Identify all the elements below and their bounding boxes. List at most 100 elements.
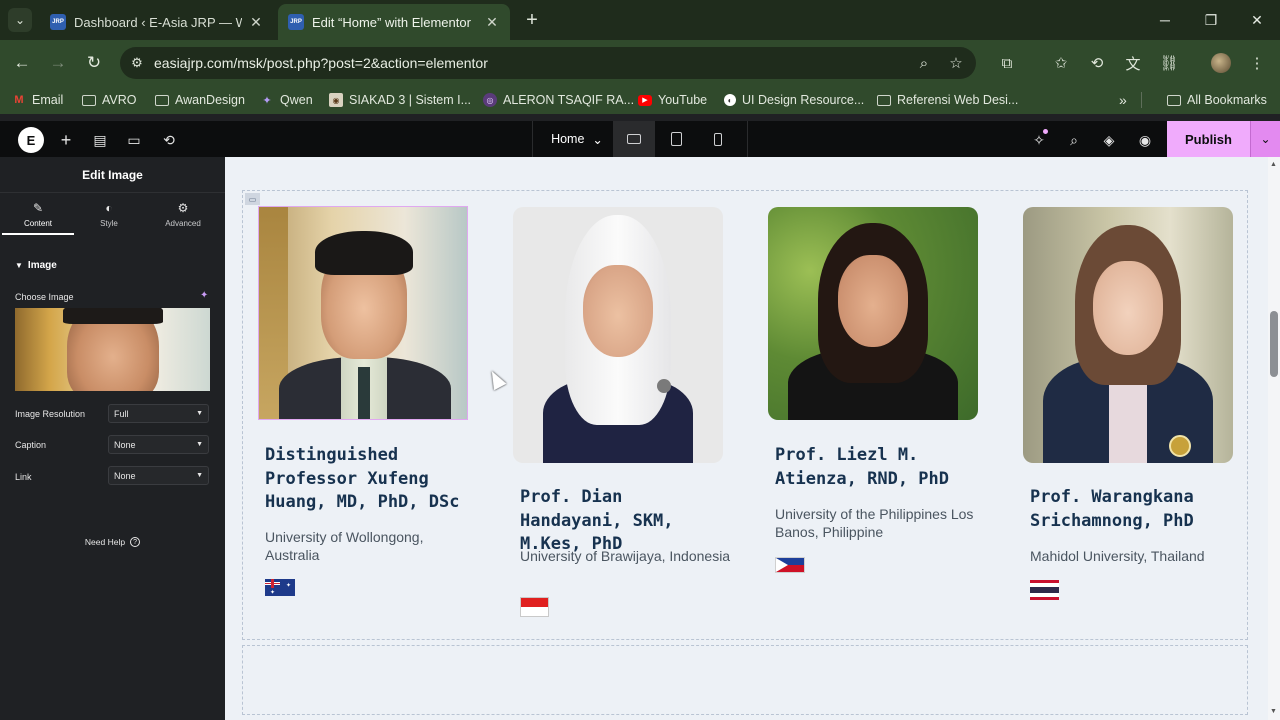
publish-options-chevron-icon[interactable]: ⌄ [1250,121,1280,157]
person-name: Prof. Warangkana Srichamnong, PhD [1030,487,1194,531]
caret-down-icon: ▼ [196,410,203,417]
photo-badge [1169,435,1191,457]
new-tab-button[interactable]: + [520,8,544,32]
person-name: Distinguished Professor Xufeng Huang, MD… [265,445,460,512]
publish-button[interactable]: Publish [1167,121,1250,157]
image-section-header[interactable]: ▼ Image [15,260,57,271]
select-value: Full [114,408,129,419]
bookmark-star-icon[interactable]: ☆ [942,47,970,79]
browser-tab-elementor[interactable]: JRP Edit “Home” with Elementor ✕ [278,4,510,40]
bookmark-ui-design[interactable]: ◐ UI Design Resource... [724,86,864,114]
bookmark-qwen[interactable]: ✦ Qwen [260,86,312,114]
need-help-label: Need Help [84,537,126,547]
tab-advanced[interactable]: ⚙ Advanced [147,201,219,235]
mobile-view-icon[interactable] [697,121,739,157]
tablet-view-icon[interactable] [655,121,697,157]
tab-label: Style [100,219,118,228]
tab-label: Advanced [165,219,201,228]
extensions-icon[interactable]: ⧉ [994,51,1020,75]
flag-star: ✦ [270,590,276,596]
caption-select[interactable]: None ▼ [108,435,209,454]
restore-icon[interactable]: ❐ [1188,0,1234,40]
window-close-icon[interactable]: ✕ [1234,0,1280,40]
philippines-flag-icon [775,557,805,573]
image-preview[interactable] [15,308,210,391]
bookmark-aleron[interactable]: ◎ ALERON TSAQIF RA... [483,86,634,114]
address-bar[interactable]: ⚙ easiajrp.com/msk/post.php?post=2&actio… [120,47,976,79]
tab-label: Content [23,219,53,228]
bookmark-avro[interactable]: AVRO [82,86,137,114]
forward-icon[interactable]: → [46,51,70,75]
minimize-icon[interactable]: ─ [1142,0,1188,40]
add-element-icon[interactable]: + [52,126,80,154]
bookmark-awandesign[interactable]: AwanDesign [155,86,245,114]
translate-icon[interactable]: 文 [1120,51,1146,75]
notes-icon[interactable]: ▭ [120,126,148,154]
photo-face [1093,261,1163,355]
indonesia-flag-icon [520,597,549,617]
search-icon[interactable]: ⌕ [1060,126,1088,154]
bookmark-referensi[interactable]: Referensi Web Desi... [877,86,1018,114]
qwen-icon: ✦ [262,94,272,107]
desktop-view-icon[interactable] [613,121,655,157]
image-resolution-select[interactable]: Full ▼ [108,404,209,423]
back-icon[interactable]: ← [10,51,34,75]
person-university: University of Wollongong, Australia [265,529,424,563]
edit-container-handle-icon[interactable]: ▭ [245,193,260,205]
close-icon[interactable]: ✕ [248,14,264,31]
scroll-up-icon[interactable]: ▲ [1270,161,1277,168]
notifications-rocket-icon[interactable]: ✧ [1025,126,1053,154]
link-select[interactable]: None ▼ [108,466,209,485]
bar-divider [747,121,748,157]
browser-tab-dashboard[interactable]: JRP Dashboard ‹ E-Asia JRP — Wor ✕ [40,4,274,40]
person-photo-handayani[interactable] [513,207,723,463]
photo-hair [315,231,413,275]
page-selector[interactable]: Home ⌄ [532,121,622,157]
person-photo-srichamnong[interactable] [1023,207,1233,463]
page-settings-icon[interactable]: ▤ [86,126,114,154]
close-icon[interactable]: ✕ [484,14,500,31]
history-icon[interactable]: ⟲ [155,126,183,154]
bookmark-youtube[interactable]: ▶ YouTube [638,86,707,114]
tab-search-chevron-icon[interactable]: ⌄ [8,8,32,32]
tab-style[interactable]: ◐ Style [73,201,145,235]
profile-avatar[interactable] [1211,53,1231,73]
section-title: Image [27,260,57,271]
tab-content[interactable]: ✎ Content [2,201,74,235]
link-icon[interactable]: ⛓ [1156,51,1182,75]
bookmark-siakad[interactable]: ◉ SIAKAD 3 | Sistem I... [329,86,471,114]
person-name: Prof. Dian Handayani, SKM, M.Kes, PhD [520,487,674,554]
site-settings-icon[interactable]: ⚙ [120,55,154,71]
folder-icon [877,94,891,106]
elementor-logo-icon[interactable]: E [18,127,44,153]
history-icon[interactable]: ⟲ [1084,51,1110,75]
photo-tie [358,367,370,419]
favorites-icon[interactable]: ✩ [1048,51,1074,75]
australia-flag-icon: ✦ ✦ [265,579,295,596]
gear-icon: ⚙ [177,201,189,215]
person-university: Mahidol University, Thailand [1030,548,1205,564]
scrollbar-thumb[interactable] [1270,311,1278,377]
menu-kebab-icon[interactable]: ⋮ [1244,51,1270,75]
help-icon: ? [130,537,141,547]
scroll-down-icon[interactable]: ▼ [1270,708,1277,715]
person-photo-huang[interactable] [258,206,468,420]
bookmark-email[interactable]: M Email [12,86,63,114]
structure-layers-icon[interactable]: ◈ [1095,126,1123,154]
person-photo-atienza[interactable] [768,207,978,420]
reload-icon[interactable]: ↻ [82,51,106,75]
ai-sparkle-icon[interactable]: ✦ [200,290,208,301]
aleron-icon: ◎ [483,93,497,107]
all-bookmarks[interactable]: All Bookmarks [1167,86,1267,114]
need-help-link[interactable]: Need Help ? [0,537,225,547]
canvas-scrollbar[interactable] [1268,157,1280,720]
flag-star: ✦ [286,583,292,589]
preview-eye-icon[interactable]: ◉ [1131,126,1159,154]
more-bookmarks-chevron-icon[interactable]: » [1119,86,1127,114]
person-university: University of the Philippines Los Banos,… [775,506,974,540]
zoom-search-icon[interactable]: ⌕ [910,47,938,79]
url-text[interactable]: easiajrp.com/msk/post.php?post=2&action=… [154,55,488,71]
globe-icon: ◐ [724,94,736,106]
empty-section[interactable] [242,645,1248,715]
folder-icon [82,94,96,106]
